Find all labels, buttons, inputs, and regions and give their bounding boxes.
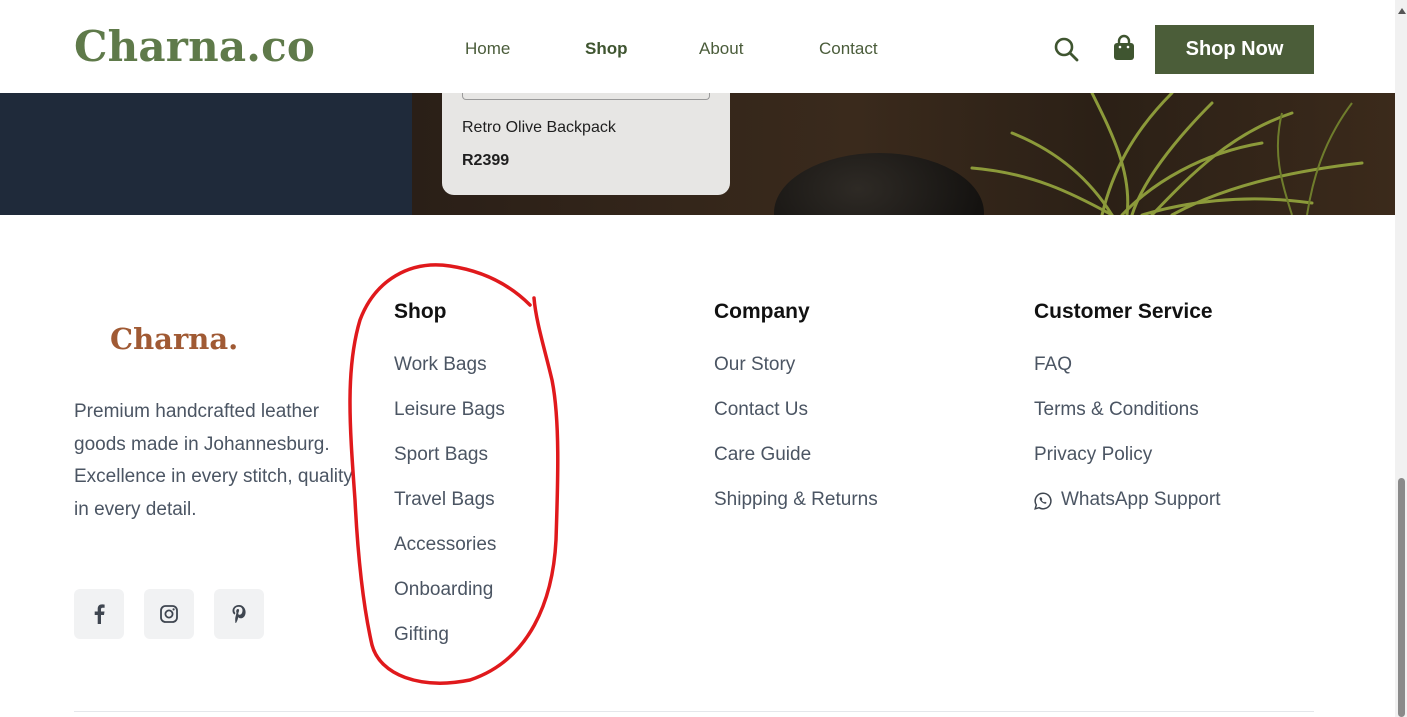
footer-link-shipping-returns[interactable]: Shipping & Returns <box>714 489 878 511</box>
footer-link-gifting[interactable]: Gifting <box>394 624 449 646</box>
footer-link-care-guide[interactable]: Care Guide <box>714 444 811 466</box>
footer-link-work-bags[interactable]: Work Bags <box>394 354 487 376</box>
hero-panel-left <box>0 93 412 215</box>
scrollbar-thumb[interactable] <box>1398 478 1405 717</box>
site-logo[interactable]: Charna.co <box>74 22 315 71</box>
footer-link-terms[interactable]: Terms & Conditions <box>1034 399 1199 421</box>
footer-link-leisure-bags[interactable]: Leisure Bags <box>394 399 505 421</box>
footer-link-travel-bags[interactable]: Travel Bags <box>394 489 495 511</box>
scroll-up-arrow-icon[interactable] <box>1398 8 1406 14</box>
instagram-icon <box>160 605 178 623</box>
product-name[interactable]: Retro Olive Backpack <box>462 119 616 137</box>
facebook-button[interactable] <box>74 589 124 639</box>
nav-contact[interactable]: Contact <box>819 39 878 59</box>
site-header: Charna.co Home Shop About Contact Shop N… <box>0 6 1395 93</box>
footer-company-title: Company <box>714 300 810 323</box>
footer-shop-title: Shop <box>394 300 447 323</box>
product-card[interactable]: Retro Olive Backpack R2399 <box>442 88 730 195</box>
nav-home[interactable]: Home <box>465 39 510 59</box>
footer-link-whatsapp-support[interactable]: WhatsApp Support <box>1061 489 1220 511</box>
product-price: R2399 <box>462 152 510 169</box>
footer-link-privacy[interactable]: Privacy Policy <box>1034 444 1152 466</box>
footer-link-contact-us[interactable]: Contact Us <box>714 399 808 421</box>
footer-link-onboarding[interactable]: Onboarding <box>394 579 493 601</box>
footer-link-accessories[interactable]: Accessories <box>394 534 496 556</box>
search-icon[interactable] <box>1053 36 1079 62</box>
facebook-icon <box>94 604 105 624</box>
whatsapp-icon <box>1034 492 1052 510</box>
nav-about[interactable]: About <box>699 39 743 59</box>
shop-now-button[interactable]: Shop Now <box>1155 25 1314 74</box>
footer-description: Premium handcrafted leather goods made i… <box>74 401 353 520</box>
footer-logo[interactable]: Charna. <box>110 322 238 356</box>
instagram-button[interactable] <box>144 589 194 639</box>
nav-shop[interactable]: Shop <box>585 39 628 59</box>
footer-link-faq[interactable]: FAQ <box>1034 354 1072 376</box>
footer-customer-service-title: Customer Service <box>1034 300 1213 323</box>
pinterest-icon <box>232 605 246 623</box>
footer-divider <box>74 711 1314 712</box>
pinterest-button[interactable] <box>214 589 264 639</box>
footer-link-sport-bags[interactable]: Sport Bags <box>394 444 488 466</box>
footer-link-our-story[interactable]: Our Story <box>714 354 795 376</box>
shopping-bag-icon[interactable] <box>1111 34 1137 62</box>
